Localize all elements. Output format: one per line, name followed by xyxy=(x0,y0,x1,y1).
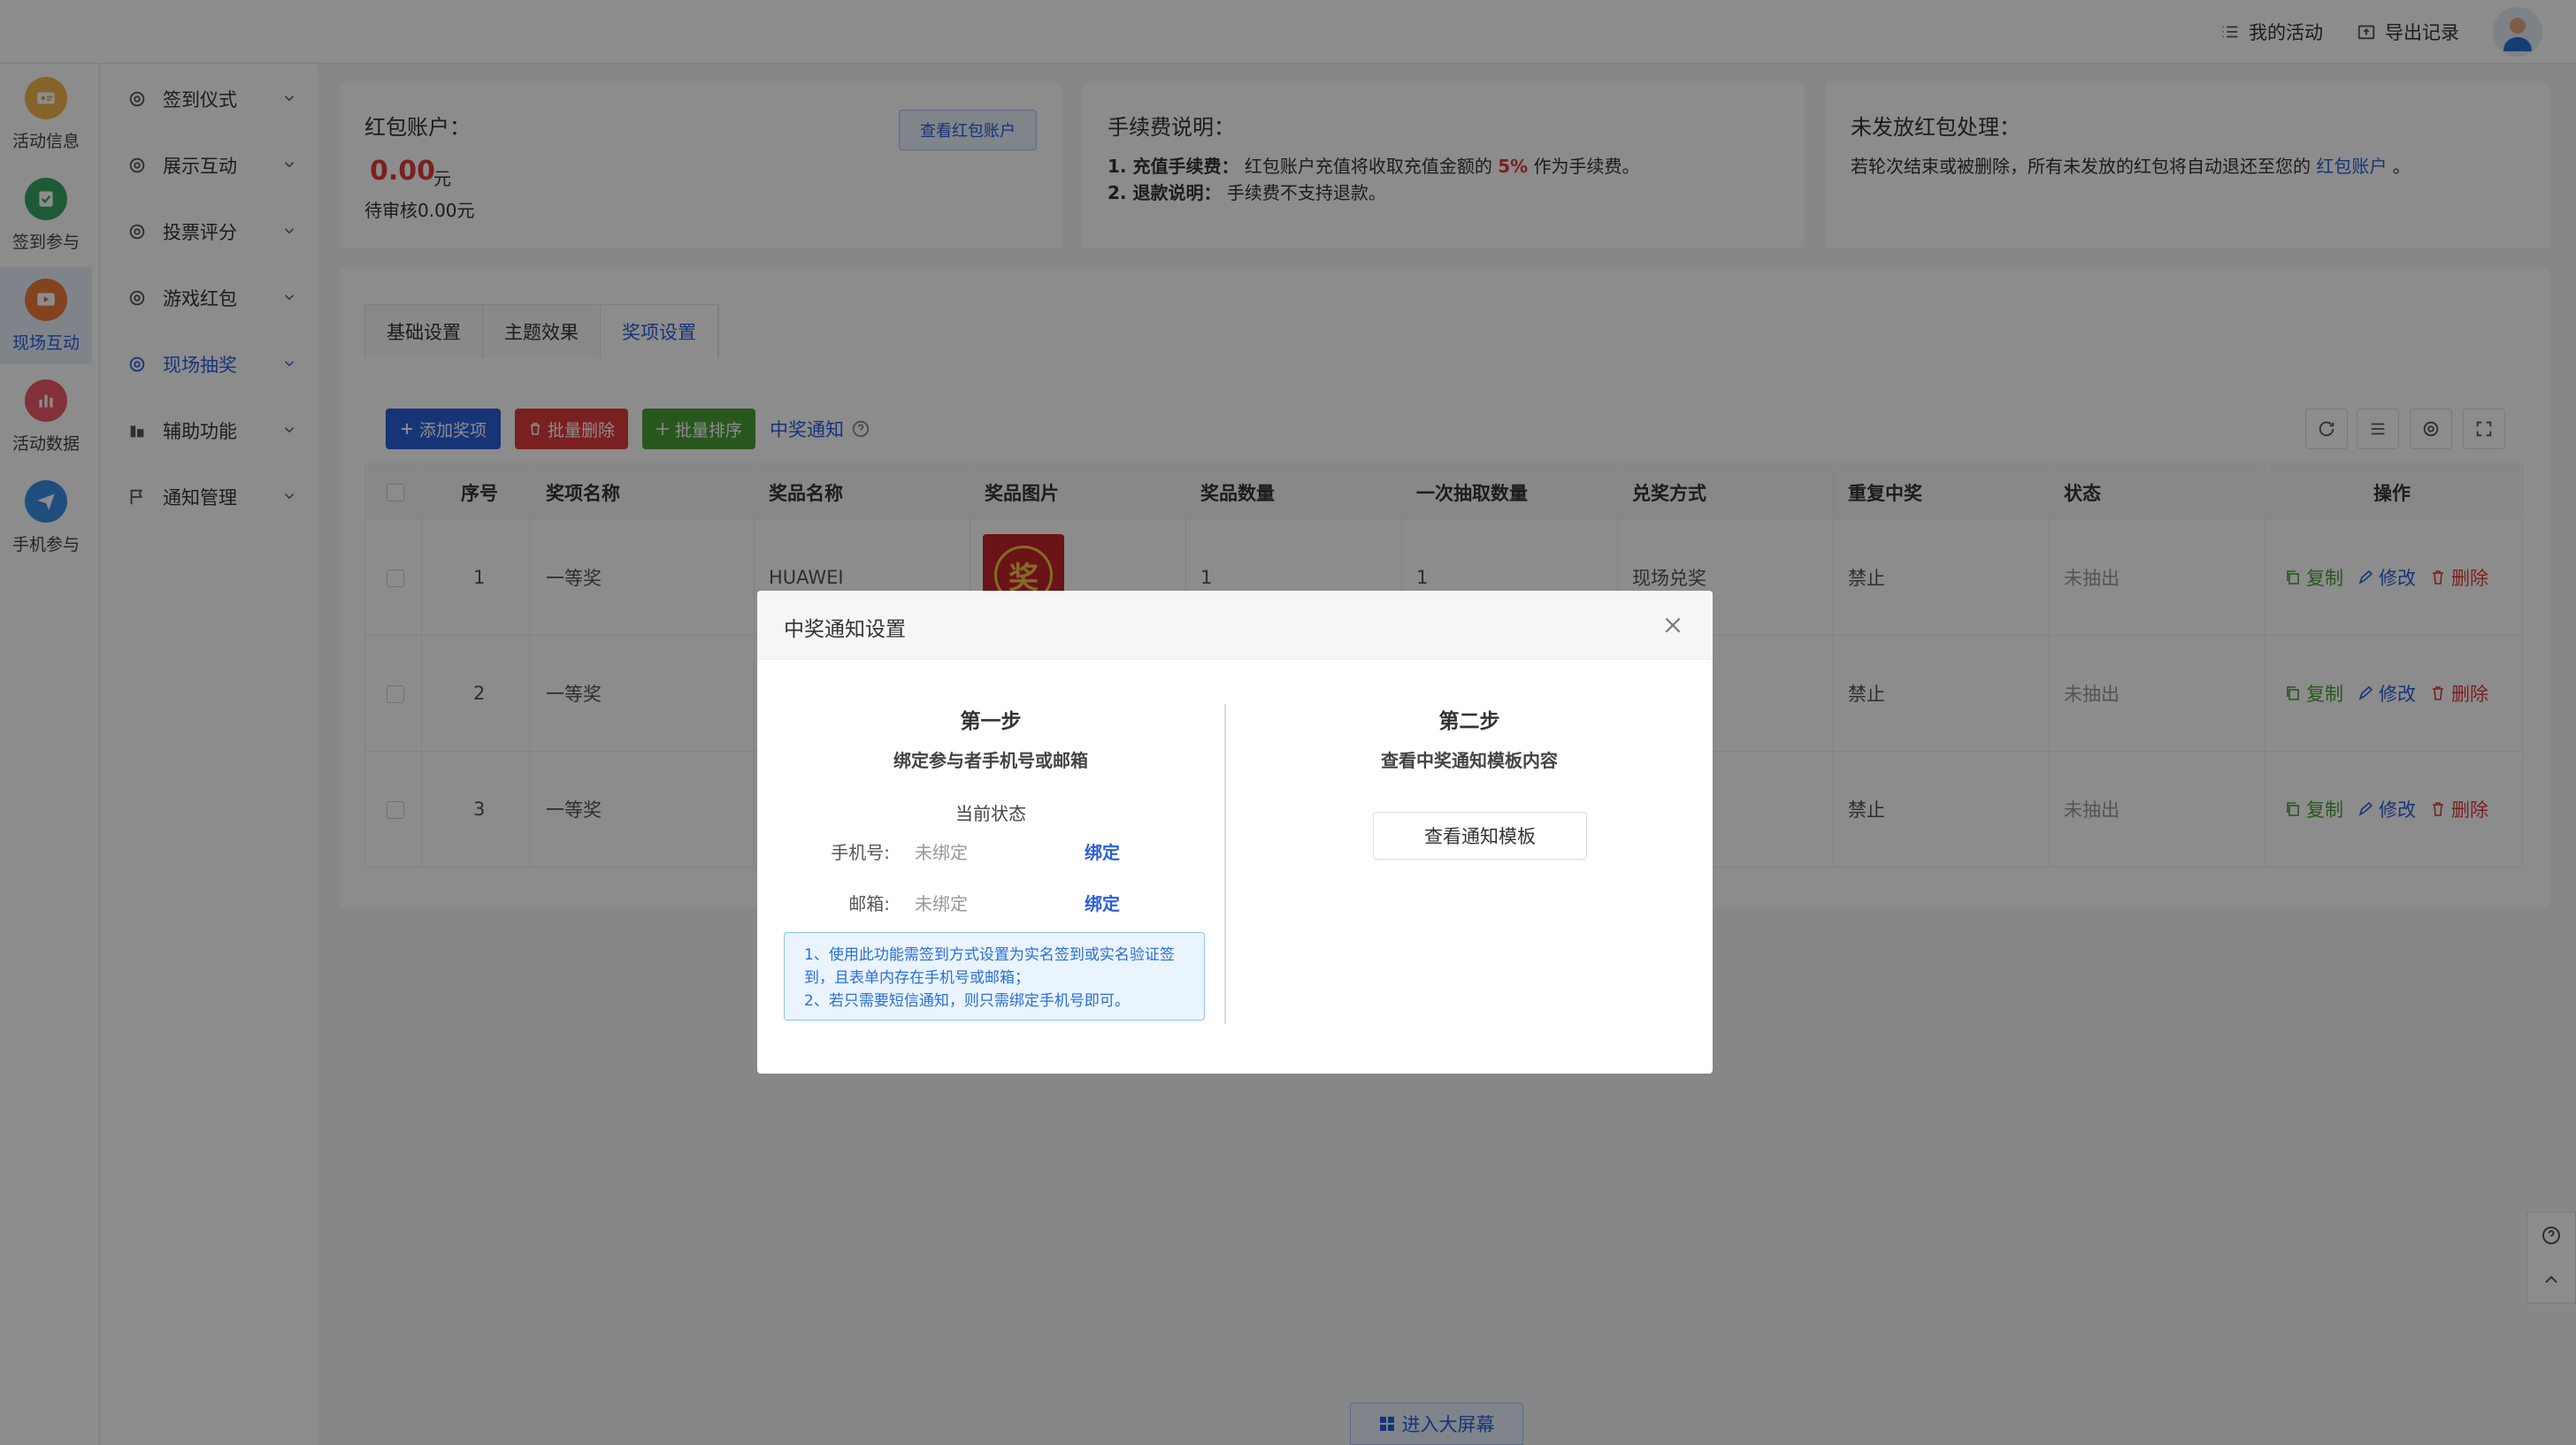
bind-phone-button[interactable]: 绑定 xyxy=(1085,838,1120,864)
step2-desc: 查看中奖通知模板内容 xyxy=(1381,750,1558,771)
close-icon[interactable] xyxy=(1661,614,1684,637)
dialog-header: 中奖通知设置 xyxy=(757,591,1713,660)
bind-email-button[interactable]: 绑定 xyxy=(1085,890,1120,915)
email-value: 未绑定 xyxy=(915,893,968,914)
dialog-title: 中奖通知设置 xyxy=(784,618,906,641)
email-label: 邮箱: xyxy=(848,893,890,914)
step2-title: 第二步 xyxy=(1438,710,1500,733)
view-template-button[interactable]: 查看通知模板 xyxy=(1373,812,1587,860)
step1-desc: 绑定参与者手机号或邮箱 xyxy=(893,750,1088,771)
phone-value: 未绑定 xyxy=(915,842,968,863)
win-notify-dialog: 中奖通知设置 第一步 绑定参与者手机号或邮箱 当前状态 手机号: 未绑定 绑定 … xyxy=(757,591,1713,1074)
info-line-2: 2、若只需要短信通知，则只需绑定手机号即可。 xyxy=(804,992,1130,1010)
current-status-label: 当前状态 xyxy=(955,803,1026,824)
info-line-1: 1、使用此功能需签到方式设置为实名签到或实名验证签到，且表单内存在手机号或邮箱； xyxy=(804,946,1175,987)
step1-title: 第一步 xyxy=(960,710,1022,733)
info-notice: 1、使用此功能需签到方式设置为实名签到或实名验证签到，且表单内存在手机号或邮箱；… xyxy=(784,932,1205,1021)
phone-label: 手机号: xyxy=(831,842,890,863)
